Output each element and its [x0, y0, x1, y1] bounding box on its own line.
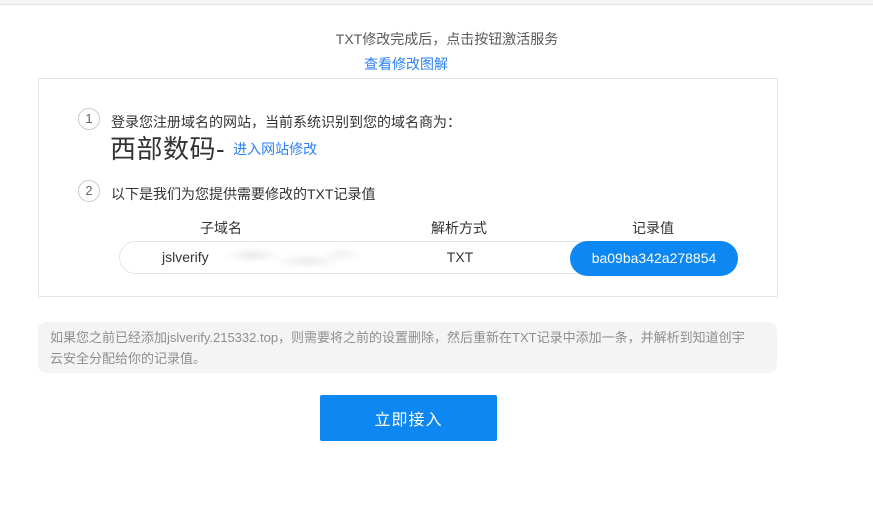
subdomain-value: jslverify — [162, 242, 209, 273]
txt-record-row: jslverify TXT ba09ba342a278854 — [119, 241, 738, 274]
domain-provider-name: 西部数码- — [110, 134, 225, 164]
record-value-chip[interactable]: ba09ba342a278854 — [570, 241, 738, 276]
column-header-type: 解析方式 — [431, 218, 487, 238]
view-diagram-link[interactable]: 查看修改图解 — [364, 54, 448, 74]
step-1-badge: 1 — [78, 108, 100, 130]
step-2-badge: 2 — [78, 180, 100, 202]
instructions-panel: 1 登录您注册域名的网站，当前系统识别到您的域名商为： 西部数码-进入网站修改 … — [38, 78, 778, 297]
previous-record-notice: 如果您之前已经添加jslverify.215332.top，则需要将之前的设置删… — [38, 322, 777, 373]
provider-line: 西部数码- 进入网站修改 — [110, 129, 317, 166]
page-title: TXT修改完成后，点击按钮激活服务 — [336, 29, 558, 49]
record-type-value: TXT — [447, 242, 473, 273]
activate-service-button[interactable]: 立即接入 — [320, 395, 497, 441]
step-2-text: 以下是我们为您提供需要修改的TXT记录值 — [111, 184, 375, 204]
column-header-subdomain: 子域名 — [200, 218, 242, 238]
column-header-value: 记录值 — [632, 218, 674, 238]
censored-subdomain-blur — [218, 246, 356, 269]
go-to-site-link[interactable]: 进入网站修改 — [233, 141, 317, 157]
page-top-edge-strip — [0, 0, 873, 5]
